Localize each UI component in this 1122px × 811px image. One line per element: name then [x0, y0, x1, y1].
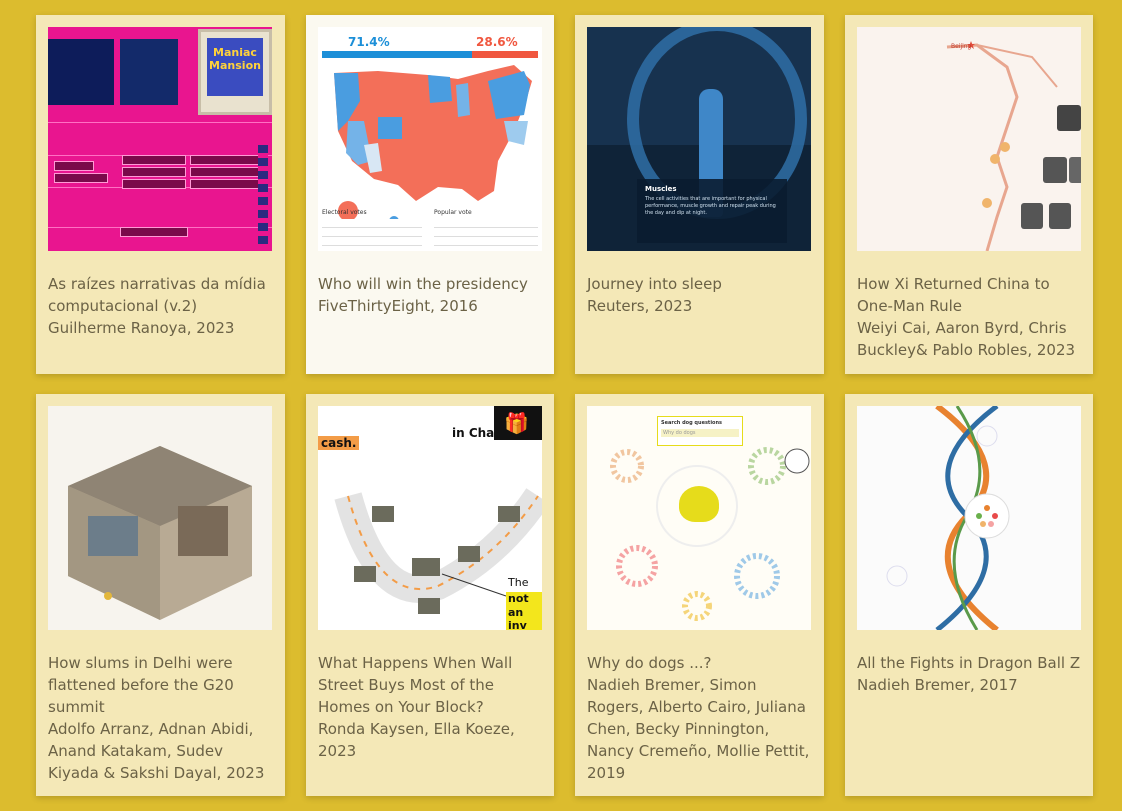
project-card-8[interactable]: All the Fights in Dragon Ball Z Nadieh B… [845, 394, 1093, 796]
project-card-4[interactable]: Beijing How Xi Returned China to One-Man… [845, 15, 1093, 374]
project-thumbnail[interactable]: Search dog questions Why do dogs [587, 406, 811, 630]
project-thumbnail[interactable]: Beijing [857, 27, 1081, 251]
project-title[interactable]: Why do dogs ...? [587, 652, 817, 674]
portrait-icon [1021, 203, 1043, 229]
project-card-3[interactable]: Muscles The cell activities that are imp… [575, 15, 824, 374]
project-thumbnail[interactable]: 71.4% 28.6% Electoral votes Popular vote [318, 27, 542, 251]
legend-electoral: Electoral votes [322, 209, 367, 216]
project-thumbnail[interactable]: Maniac Mansion [48, 27, 272, 251]
project-thumbnail[interactable]: Muscles The cell activities that are imp… [587, 27, 811, 251]
search-panel[interactable]: Search dog questions Why do dogs [657, 416, 743, 446]
portrait-icon [1057, 105, 1081, 131]
project-caption: All the Fights in Dragon Ball Z Nadieh B… [857, 652, 1087, 696]
project-caption: Why do dogs ...? Nadieh Bremer, Simon Ro… [587, 652, 817, 784]
project-author: Adolfo Arranz, Adnan Abidi, Anand Kataka… [48, 720, 265, 782]
callout-line-3: an inv [506, 606, 542, 630]
portrait-icon [1043, 157, 1067, 183]
project-caption: Who will win the presidency FiveThirtyEi… [318, 273, 548, 317]
search-input[interactable]: Why do dogs [661, 429, 739, 437]
project-caption: As raízes narrativas da mídia computacio… [48, 273, 278, 339]
portrait-icon [1069, 157, 1081, 183]
game-title-word: Maniac [213, 46, 257, 59]
project-author: Nadieh Bremer, Simon Rogers, Alberto Cai… [587, 676, 810, 782]
project-author: Reuters, 2023 [587, 297, 693, 315]
project-author: Guilherme Ranoya, 2023 [48, 319, 235, 337]
project-thumbnail[interactable] [857, 406, 1081, 630]
project-author: Weiyi Cai, Aaron Byrd, Chris Buckley& Pa… [857, 319, 1076, 359]
search-label: Search dog questions [661, 420, 723, 426]
muscles-label: Muscles [645, 185, 677, 193]
us-map [334, 65, 532, 226]
project-author: FiveThirtyEight, 2016 [318, 297, 478, 315]
project-caption: How Xi Returned China to One-Man Rule We… [857, 273, 1087, 361]
project-caption: What Happens When Wall Street Buys Most … [318, 652, 548, 762]
project-card-1[interactable]: Maniac Mansion As raízes narrativas da m… [36, 15, 285, 374]
project-card-6[interactable]: in Charlotte cash. The or not bo an inv … [306, 394, 554, 796]
game-title-word: Mansion [209, 59, 261, 72]
clinton-percent: 71.4% [348, 35, 390, 49]
gift-icon[interactable]: 🎁 [494, 406, 542, 440]
project-caption: How slums in Delhi were flattened before… [48, 652, 278, 784]
project-title[interactable]: Journey into sleep [587, 273, 817, 295]
portrait-icon [1049, 203, 1071, 229]
china-map [946, 41, 1058, 251]
project-title[interactable]: How Xi Returned China to One-Man Rule [857, 273, 1087, 317]
project-thumbnail[interactable]: in Charlotte cash. The or not bo an inv … [318, 406, 542, 630]
project-card-5[interactable]: How slums in Delhi were flattened before… [36, 394, 285, 796]
dog-icon [679, 486, 719, 522]
project-thumbnail[interactable] [48, 406, 272, 630]
legend-popular: Popular vote [434, 209, 472, 216]
project-caption: Journey into sleep Reuters, 2023 [587, 273, 817, 317]
slum-illustration [68, 446, 252, 620]
project-title[interactable]: All the Fights in Dragon Ball Z [857, 652, 1087, 674]
project-author: Ronda Kaysen, Ella Koeze, 2023 [318, 720, 515, 760]
project-title[interactable]: As raízes narrativas da mídia computacio… [48, 273, 278, 317]
project-title[interactable]: How slums in Delhi were flattened before… [48, 652, 278, 718]
project-card-7[interactable]: Search dog questions Why do dogs Why do … [575, 394, 824, 796]
project-title[interactable]: Who will win the presidency [318, 273, 548, 295]
project-title[interactable]: What Happens When Wall Street Buys Most … [318, 652, 548, 718]
fight-strands [886, 406, 1010, 630]
project-card-2[interactable]: 71.4% 28.6% Electoral votes Popular vote… [306, 15, 554, 374]
muscles-text: The cell activities that are important f… [645, 196, 776, 216]
city-label: Beijing [951, 43, 972, 50]
trump-percent: 28.6% [476, 35, 518, 49]
project-author: Nadieh Bremer, 2017 [857, 676, 1018, 694]
